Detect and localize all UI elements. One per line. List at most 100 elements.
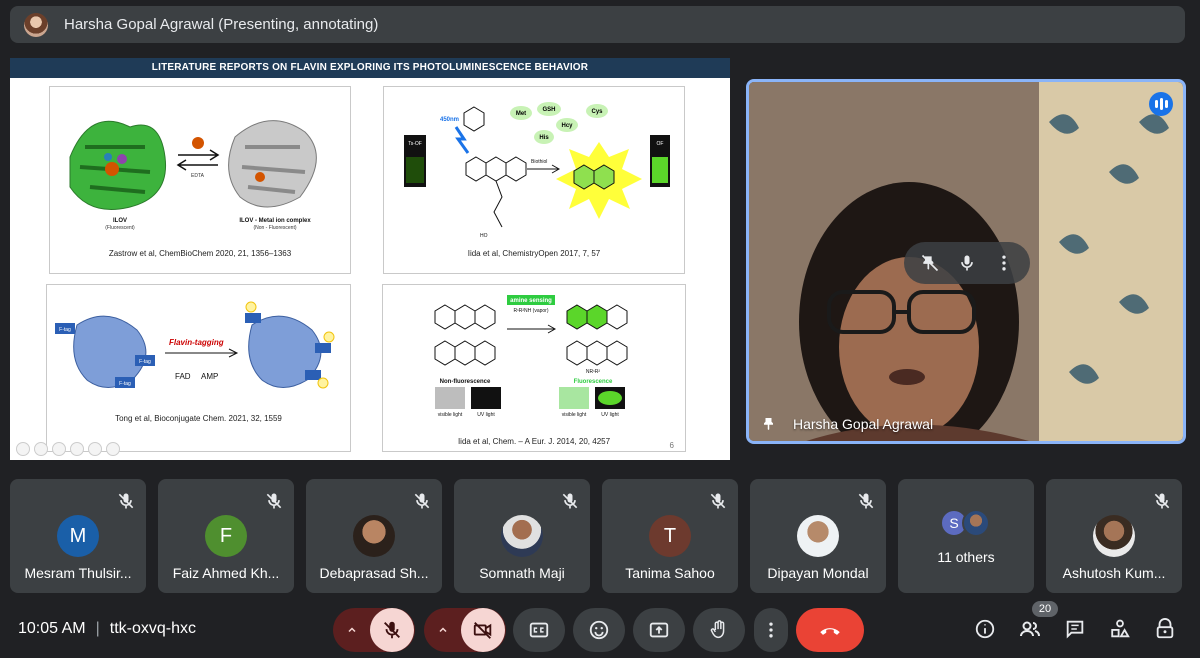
participant-tile[interactable]: Dipayan Mondal <box>750 479 886 593</box>
speaker-hover-controls <box>904 242 1030 284</box>
camera-control <box>424 608 506 652</box>
cys-label: Cys <box>591 109 603 115</box>
avatar-photo <box>1093 515 1135 557</box>
f-tag-label-2: F-tag <box>139 359 151 365</box>
pin-icon[interactable] <box>761 415 779 433</box>
chat-button[interactable] <box>1062 616 1088 642</box>
participant-tile[interactable]: Somnath Maji <box>454 479 590 593</box>
speaking-indicator-icon <box>1149 92 1173 116</box>
wavelength-label: 450nm <box>440 117 459 123</box>
f-tag-label-1: F-tag <box>59 327 71 333</box>
shared-slide: LITERATURE REPORTS ON FLAVIN EXPLORING I… <box>10 58 730 460</box>
mic-options-chevron-icon[interactable] <box>334 624 370 636</box>
meeting-details-button[interactable] <box>972 616 998 642</box>
speaker-name-label: Harsha Gopal Agrawal <box>761 415 933 433</box>
participant-strip: M Mesram Thulsir... F Faiz Ahmed Kh... D… <box>10 479 1185 593</box>
mic-off-icon <box>1154 493 1170 509</box>
amp-label: AMP <box>201 372 218 381</box>
mic-off-icon <box>562 493 578 509</box>
slide-page-number: 6 <box>669 441 674 450</box>
participant-name: Tanima Sahoo <box>625 565 715 581</box>
more-options-icon[interactable] <box>992 251 1016 275</box>
microphone-control <box>333 608 415 652</box>
more-vert-icon <box>769 622 773 638</box>
shapes-icon <box>1111 619 1130 638</box>
edta-label: EDTA <box>191 173 205 179</box>
mic-off-button[interactable] <box>370 608 414 652</box>
non-fluorescence-label: Non-fluorescence <box>440 379 491 385</box>
others-label: 11 others <box>937 549 995 565</box>
separator: | <box>95 620 100 637</box>
participant-tile[interactable]: T Tanima Sahoo <box>602 479 738 593</box>
next-icon[interactable] <box>34 442 48 456</box>
copy-icon[interactable] <box>70 442 84 456</box>
meeting-code[interactable]: ttk-oxvq-hxc <box>110 620 196 638</box>
ts-of-label: Ts-OF <box>408 141 422 147</box>
non-fluorescent-label: (Non - Fluorescent) <box>253 225 296 231</box>
amine-sensing-figure: amine sensing R¹R²NH (vapor) NR¹R² Non-f… <box>434 295 628 418</box>
chat-icon <box>1066 620 1084 639</box>
visible-light-label-1: visible light <box>438 412 463 418</box>
closed-captions-icon <box>529 622 549 638</box>
visible-light-label-2: visible light <box>562 412 587 418</box>
camera-off-icon <box>473 622 492 639</box>
citation-3: Tong et al, Bioconjugate Chem. 2021, 32,… <box>115 414 282 423</box>
mic-off-icon <box>710 493 726 509</box>
mic-off-icon <box>858 493 874 509</box>
prev-icon[interactable] <box>16 442 30 456</box>
host-controls-button[interactable] <box>1152 616 1178 642</box>
uv-light-label-2: UV light <box>601 412 619 418</box>
pen-icon[interactable] <box>52 442 66 456</box>
others-tile[interactable]: S 11 others <box>898 479 1034 593</box>
presenter-avatar <box>24 12 48 37</box>
bottom-control-bar: 10:05 AM | ttk-oxvq-hxc <box>0 600 1200 658</box>
slide-annotation-tools[interactable] <box>16 442 120 456</box>
avatar: F <box>205 515 247 557</box>
meeting-info: 10:05 AM | ttk-oxvq-hxc <box>18 620 196 638</box>
citation-4: Iida et al, Chem. – A Eur. J. 2014, 20, … <box>457 437 611 446</box>
slide-panel-2: Ts-OF 450nm HO Met GSH Cys His Hcy Bioth… <box>383 86 685 274</box>
participant-tile[interactable]: F Faiz Ahmed Kh... <box>158 479 294 593</box>
presenter-banner: Harsha Gopal Agrawal (Presenting, annota… <box>10 6 1185 43</box>
ilov-complex-label: ILOV - Metal ion complex <box>239 218 311 224</box>
participant-name: Somnath Maji <box>479 565 565 581</box>
speaker-tile[interactable]: Harsha Gopal Agrawal <box>746 79 1186 444</box>
microphone-icon[interactable] <box>955 251 979 275</box>
pin-off-icon[interactable] <box>918 251 942 275</box>
camera-off-button[interactable] <box>461 608 505 652</box>
lock-person-icon <box>1156 618 1174 639</box>
participant-name: Debaprasad Sh... <box>319 565 429 581</box>
participant-tile[interactable]: Debaprasad Sh... <box>306 479 442 593</box>
vapor-label: R¹R²NH (vapor) <box>514 308 549 314</box>
present-screen-icon <box>649 622 669 638</box>
participant-tile[interactable]: M Mesram Thulsir... <box>10 479 146 593</box>
leave-call-button[interactable] <box>796 608 864 652</box>
emoji-icon <box>589 620 609 640</box>
amine-sensing-label: amine sensing <box>510 298 552 304</box>
participant-tile[interactable]: Ashutosh Kum... <box>1046 479 1182 593</box>
more-icon[interactable] <box>106 442 120 456</box>
ilov-label: ILOV <box>113 218 127 224</box>
fluorescence-label: Fluorescence <box>574 379 613 385</box>
mic-off-icon <box>266 493 282 509</box>
fluorescent-label: (Fluorescent) <box>105 225 135 231</box>
activities-button[interactable] <box>1107 616 1133 642</box>
captions-button[interactable] <box>513 608 565 652</box>
mic-off-icon <box>414 493 430 509</box>
camera-options-chevron-icon[interactable] <box>425 624 461 636</box>
zoom-icon[interactable] <box>88 442 102 456</box>
flavin-tagging-figure: F-tag F-tag F-tag Flavin-tagging FAD AMP <box>55 301 335 389</box>
people-button[interactable] <box>1017 616 1043 642</box>
hcy-label: Hcy <box>561 123 573 129</box>
citation-2: Iida et al, ChemistryOpen 2017, 7, 57 <box>467 249 601 258</box>
hang-up-icon <box>820 628 840 635</box>
others-avatars: S <box>940 509 990 537</box>
raise-hand-button[interactable] <box>693 608 745 652</box>
more-options-button[interactable] <box>754 608 788 652</box>
citation-1: Zastrow et al, ChemBioChem 2020, 21, 135… <box>108 249 292 258</box>
participant-name: Ashutosh Kum... <box>1062 565 1166 581</box>
present-button[interactable] <box>633 608 685 652</box>
reactions-button[interactable] <box>573 608 625 652</box>
ho-label: HO <box>480 233 488 239</box>
fad-label: FAD <box>175 372 191 381</box>
